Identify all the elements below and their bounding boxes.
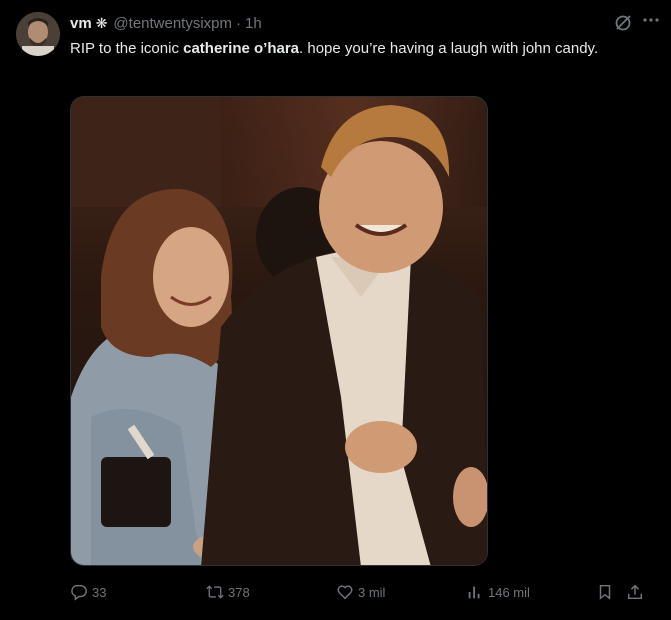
post-text-part2: . hope you’re having a laugh with john c… — [299, 40, 599, 57]
post-photo[interactable] — [70, 96, 488, 566]
separator: · — [236, 14, 242, 32]
like-count: 3 mil — [358, 584, 386, 600]
grok-icon[interactable] — [613, 13, 633, 33]
avatar[interactable] — [16, 12, 60, 56]
post-time[interactable]: 1h — [245, 15, 262, 32]
like-button[interactable]: 3 mil — [336, 580, 385, 604]
action-bar: 33 378 3 mil 146 mil — [70, 580, 650, 604]
heart-icon — [337, 585, 353, 600]
author-handle[interactable]: @tentwentysixpm — [113, 15, 232, 32]
post-text-part1: RIP to the iconic — [70, 40, 184, 57]
more-icon[interactable] — [641, 12, 661, 32]
bookmark-icon — [599, 584, 611, 600]
reply-count: 33 — [92, 584, 107, 600]
share-icon — [627, 584, 643, 600]
author-name[interactable]: vm — [70, 15, 92, 32]
share-button[interactable] — [626, 580, 644, 604]
bookmark-button[interactable] — [596, 580, 614, 604]
post-header: vm ❋ @tentwentysixpm · 1h — [70, 12, 647, 34]
views-icon — [468, 586, 480, 599]
reply-icon — [71, 584, 87, 601]
repost-count: 378 — [228, 584, 250, 600]
repost-icon — [206, 585, 224, 599]
post-text: RIP to the iconic catherine o’hara. hope… — [70, 38, 640, 60]
photo-image — [71, 97, 487, 565]
views-count: 146 mil — [488, 584, 530, 600]
views-button[interactable]: 146 mil — [466, 580, 530, 604]
author-badge-icon: ❋ — [95, 14, 108, 31]
repost-button[interactable]: 378 — [206, 580, 250, 604]
post-text-mention: catherine o’hara — [183, 40, 300, 57]
post: vm ❋ @tentwentysixpm · 1h RIP to the ico… — [0, 0, 671, 620]
reply-button[interactable]: 33 — [70, 580, 106, 604]
